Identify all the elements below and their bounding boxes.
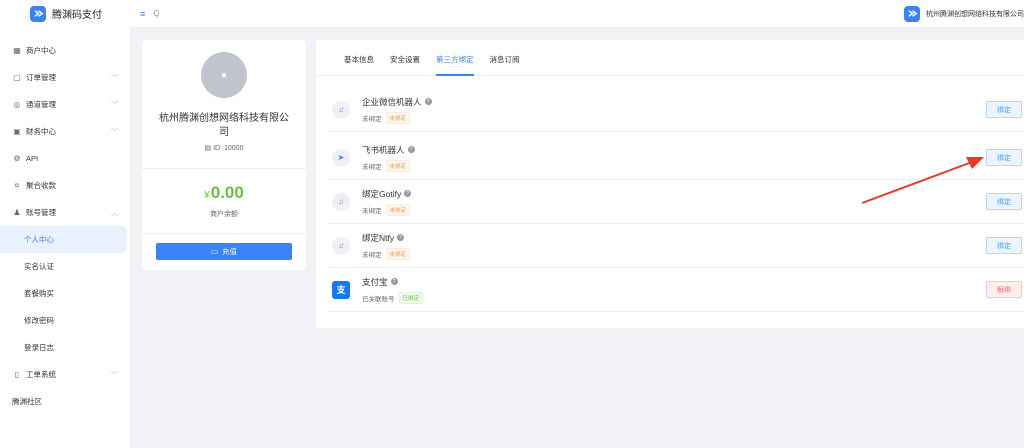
tab-security[interactable]: 安全设置 [382,54,428,75]
sidebar-item-tickets[interactable]: ▯ 工单系统 ﹀ [0,361,130,388]
brand-name: 腾渊码支付 [52,10,102,21]
user-menu[interactable]: 杭州腾渊创想网络科技有限公司 [904,0,1024,27]
sidebar-item-api[interactable]: ⚙ API [0,145,130,172]
avatar[interactable]: ● [201,52,247,98]
divider [142,233,306,234]
alipay-icon: 支 [332,280,350,299]
chevron-down-icon: ﹀ [111,128,118,136]
sidebar-item-channels[interactable]: ◎ 通道管理 ﹀ [0,91,130,118]
sidebar-item-package[interactable]: 套餐购买 [0,280,130,307]
bell-icon: ♫ [332,100,350,119]
settings-icon: ◎ [13,100,21,109]
company-logo-icon [904,5,920,22]
wallet-icon: ▣ [13,127,21,136]
user-id: ▤ ID: 10000 [204,145,244,152]
company-name-top: 杭州腾渊创想网络科技有限公司 [926,10,1024,18]
list-item: ♫ 企业微信机器人? 未绑定 未绑定 绑定 [328,88,1024,132]
user-icon: ♟ [13,208,21,217]
recharge-button[interactable]: ▭ 充值 [156,243,292,260]
bell-icon: ♫ [332,236,350,255]
balance-amount: ¥0.00 [204,183,244,202]
bind-button[interactable]: 绑定 [986,149,1022,166]
sidebar: ▦ 商户中心 ▢ 订单管理 ﹀ ◎ 通道管理 ﹀ ▣ 财务中心 ﹀ ⚙ API ¤ 聚合收款 ♟ 账… [0,27,130,448]
sidebar-item-orders[interactable]: ▢ 订单管理 ﹀ [0,64,130,91]
chevron-down-icon: ﹀ [111,101,118,109]
id-card-icon: ▤ [204,145,212,152]
balance-label: 商户余额 [210,211,238,218]
bind-button[interactable]: 绑定 [986,101,1022,118]
sidebar-item-change-password[interactable]: 修改密码 [0,307,130,334]
chevron-down-icon: ﹀ [111,371,118,379]
third-party-binding-panel: 基本信息 安全设置 第三方绑定 消息订阅 ♫ 企业微信机器人? 未绑定 未绑定 绑… [316,40,1024,328]
profile-card: ● 杭州腾渊创想网络科技有限公司 ▤ ID: 10000 ¥0.00 商户余额 … [142,40,306,270]
money-icon: ¤ [14,181,20,190]
user-icon: ● [220,69,228,81]
api-icon: ⚙ [13,154,21,163]
help-icon[interactable]: ? [390,278,398,285]
profile-company-name: 杭州腾渊创想网络科技有限公司 [159,113,289,138]
sidebar-item-community[interactable]: 腾渊社区 [0,388,130,415]
sidebar-item-account[interactable]: ♟ 账号管理 ︿ [0,199,130,226]
calendar-icon: ▢ [13,73,21,82]
sidebar-item-aggregate-payment[interactable]: ¤ 聚合收款 [0,172,130,199]
book-icon: ▯ [14,370,20,379]
send-icon: ➤ [332,148,350,167]
status-badge: 已绑定 [398,291,424,304]
grid-icon: ▦ [13,46,21,55]
status-badge: 未绑定 [385,203,411,216]
tab-third-party[interactable]: 第三方绑定 [428,54,482,76]
unbind-button[interactable]: 解绑 [986,281,1022,298]
sidebar-item-finance[interactable]: ▣ 财务中心 ﹀ [0,118,130,145]
list-item: 支 支付宝? 已关联账号 已绑定 解绑 [328,268,1024,312]
tab-message-subscription[interactable]: 消息订阅 [482,54,528,75]
help-icon[interactable]: ? [404,190,412,197]
chevron-down-icon: ﹀ [111,74,118,82]
chevron-up-icon: ︿ [111,209,118,217]
bell-icon: ♫ [332,192,350,211]
sidebar-item-personal-center[interactable]: 个人中心 [0,226,127,253]
status-badge: 未绑定 [385,111,411,124]
tab-basic-info[interactable]: 基本信息 [336,54,382,75]
brand[interactable]: 腾渊码支付 [0,5,130,22]
list-item: ♫ 绑定Gotify? 未绑定 未绑定 绑定 [328,180,1024,224]
bind-button[interactable]: 绑定 [986,193,1022,210]
bind-button[interactable]: 绑定 [986,237,1022,254]
top-bar: 腾渊码支付 ≡ Q 杭州腾渊创想网络科技有限公司 [0,0,1024,27]
status-badge: 未绑定 [385,159,411,172]
sidebar-item-merchant-center[interactable]: ▦ 商户中心 [0,37,130,64]
search-icon[interactable]: Q [153,9,159,18]
wallet-icon: ▭ [210,247,219,256]
brand-logo-icon [30,5,46,22]
help-icon[interactable]: ? [424,98,432,105]
list-item: ♫ 绑定Ntfy? 未绑定 未绑定 绑定 [328,224,1024,268]
menu-toggle-icon[interactable]: ≡ [140,9,145,19]
sidebar-item-login-log[interactable]: 登录日志 [0,334,130,361]
tab-bar: 基本信息 安全设置 第三方绑定 消息订阅 [316,40,1024,76]
status-badge: 未绑定 [385,247,411,260]
list-item: ➤ 飞书机器人? 未绑定 未绑定 绑定 [328,136,1024,180]
sidebar-item-real-name[interactable]: 实名认证 [0,253,130,280]
divider [142,168,306,169]
help-icon[interactable]: ? [407,146,415,153]
help-icon[interactable]: ? [397,234,405,241]
